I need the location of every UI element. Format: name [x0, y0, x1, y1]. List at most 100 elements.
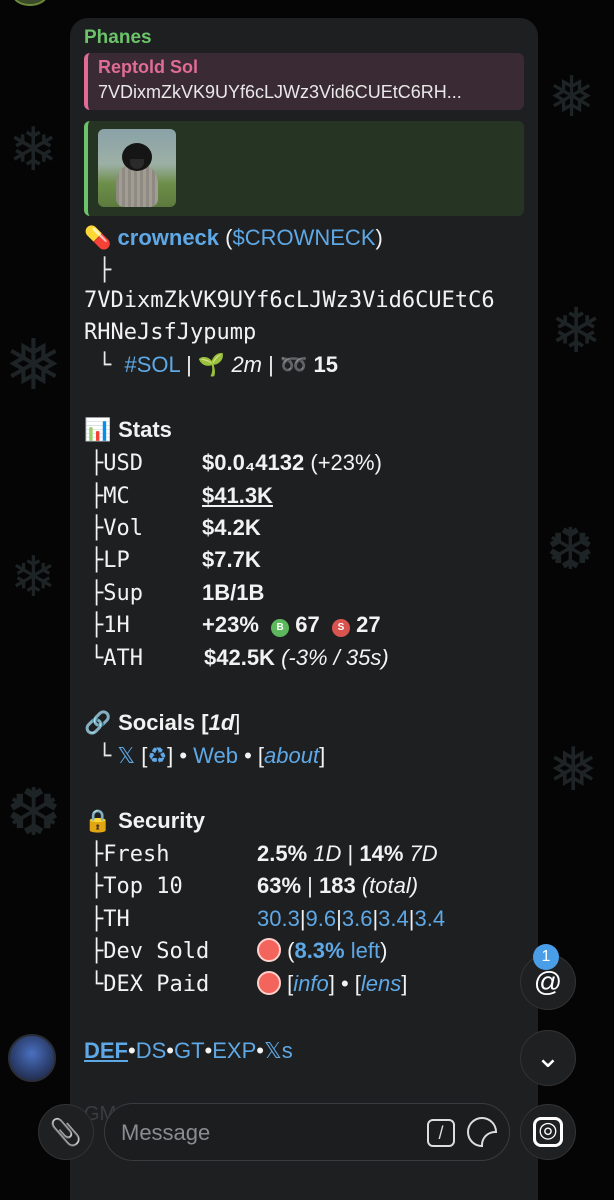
- security-label: TH: [103, 907, 130, 932]
- tree-branch: ├: [90, 874, 104, 899]
- footer-links: DEF•DS•GT•EXP•𝕏s: [84, 1038, 293, 1064]
- holder-link[interactable]: 3.4: [378, 906, 409, 931]
- sticker-icon[interactable]: [467, 1117, 497, 1147]
- at-icon: @: [533, 966, 563, 997]
- token-address-line1[interactable]: 7VDixmZkVK9UYf6cLJWz3Vid6CUEtC6: [84, 288, 495, 313]
- snowflake-icon: ❆: [546, 515, 595, 583]
- separator: •: [256, 1038, 264, 1063]
- holder-link[interactable]: 30.3: [257, 906, 300, 931]
- scroll-down-button[interactable]: ⌄: [520, 1030, 576, 1086]
- token-ticker-link[interactable]: $CROWNECK: [232, 225, 375, 250]
- period: 1D: [307, 841, 342, 866]
- dev-left-link[interactable]: 8.3%: [294, 938, 344, 963]
- holder-link[interactable]: 9.6: [306, 906, 337, 931]
- tree-branch: ├: [90, 581, 104, 606]
- token-address-line2[interactable]: RHNeJsfJypump: [84, 320, 256, 345]
- chain-link[interactable]: #SOL: [125, 352, 180, 377]
- tree-branch: └: [90, 972, 104, 997]
- bot-avatar[interactable]: [8, 1034, 56, 1082]
- holders-icon: ➿: [279, 352, 308, 377]
- stat-value: $0.0₄4132: [202, 450, 305, 475]
- stat-row-usd: ├USD $0.0₄4132 (+23%): [90, 450, 382, 480]
- snowflake-icon: ❄: [10, 545, 57, 610]
- security-label: Dev Sold: [103, 939, 210, 964]
- snowflake-icon: ❅: [4, 324, 63, 406]
- security-label: DEX Paid: [103, 972, 210, 997]
- gt-link[interactable]: GT: [174, 1038, 205, 1063]
- bracket: (: [281, 938, 295, 963]
- security-row-dev-sold: ├Dev Sold (8.3% left): [90, 938, 387, 968]
- stat-value: 1B/1B: [202, 580, 265, 605]
- reply-quote[interactable]: Reptold Sol 7VDixmZkVK9UYf6cLJWz3Vid6CUE…: [84, 53, 524, 110]
- buys-count: 67: [295, 612, 320, 637]
- ticker-open: (: [219, 225, 233, 250]
- buys-icon: B: [271, 619, 290, 637]
- link-preview[interactable]: [84, 121, 524, 216]
- socials-links: └ 𝕏 [♻] • Web • [about]: [98, 743, 325, 769]
- tree-branch: ├: [90, 516, 104, 541]
- stat-extra: (-3% / 35s): [274, 645, 389, 670]
- security-heading-text: Security: [118, 808, 205, 833]
- info-link[interactable]: info: [293, 971, 328, 996]
- bracket: ]: [401, 971, 408, 996]
- stat-extra: (+23%): [304, 450, 382, 475]
- security-value: 183: [319, 873, 356, 898]
- xs-link[interactable]: 𝕏s: [264, 1038, 293, 1063]
- x-link[interactable]: 𝕏: [117, 743, 135, 768]
- attach-button[interactable]: 📎: [38, 1104, 94, 1160]
- chevron-down-icon: ⌄: [535, 1041, 561, 1074]
- def-link[interactable]: DEF: [84, 1038, 128, 1063]
- seedling-icon: 🌱: [197, 352, 226, 377]
- sells-icon: S: [331, 619, 350, 637]
- red-circle-icon: [257, 971, 281, 995]
- security-value: 2.5%: [257, 841, 308, 866]
- tree-branch: └: [90, 646, 104, 671]
- bracket: ]: [319, 743, 326, 768]
- recycle-icon[interactable]: ♻: [147, 743, 167, 768]
- holder-link[interactable]: 3.4: [414, 906, 445, 931]
- holder-link[interactable]: 3.6: [342, 906, 373, 931]
- message-input[interactable]: Message /: [104, 1103, 510, 1161]
- total-label: (total): [355, 873, 419, 898]
- tree-branch: ├: [90, 842, 104, 867]
- security-value: 63%: [257, 873, 302, 898]
- dev-left-label[interactable]: left: [345, 938, 380, 963]
- exp-link[interactable]: EXP: [212, 1038, 256, 1063]
- sender-name[interactable]: Phanes: [84, 27, 152, 49]
- stat-row-vol: ├Vol $4.2K: [90, 515, 261, 545]
- socials-heading-text: Socials [: [118, 710, 209, 735]
- bracket: [: [135, 743, 148, 768]
- market-cap-link[interactable]: $41.3K: [202, 483, 273, 508]
- stat-label: Vol: [103, 516, 143, 541]
- camera-icon: ◎: [533, 1117, 563, 1147]
- bracket: [: [281, 971, 294, 996]
- web-link[interactable]: Web: [193, 743, 238, 768]
- stats-heading: 📊 Stats: [84, 417, 172, 443]
- bot-command-icon[interactable]: /: [427, 1119, 455, 1147]
- camera-button[interactable]: ◎: [520, 1104, 576, 1160]
- socials-heading: 🔗 Socials [1d]: [84, 710, 240, 736]
- socials-age: 1d: [208, 710, 235, 735]
- paperclip-icon: 📎: [49, 1116, 83, 1147]
- security-row-dex-paid: └DEX Paid [info] • [lens]: [90, 971, 407, 1001]
- stat-value: +23%: [202, 612, 259, 637]
- reply-text: 7VDixmZkVK9UYf6cLJWz3Vid6CUEtC6RH...: [98, 82, 462, 102]
- stat-label: Sup: [103, 581, 143, 606]
- ds-link[interactable]: DS: [136, 1038, 167, 1063]
- chart-icon: 📊: [84, 417, 112, 442]
- security-label: Fresh: [103, 842, 170, 867]
- security-heading: 🔒 Security: [84, 808, 205, 834]
- tree-branch: ├: [90, 613, 104, 638]
- token-name-link[interactable]: crowneck: [118, 225, 220, 250]
- tree-branch: ├: [90, 451, 104, 476]
- reply-title: Reptold Sol: [98, 57, 198, 77]
- stat-row-1h: ├1H +23% B 67 S 27: [90, 612, 381, 642]
- mention-count-badge: 1: [533, 944, 559, 970]
- lens-link[interactable]: lens: [361, 971, 401, 996]
- separator: |: [179, 352, 198, 377]
- tree-branch: └: [98, 744, 112, 769]
- socials-bracket: ]: [234, 710, 241, 735]
- security-row-fresh: ├Fresh 2.5% 1D | 14% 7D: [90, 841, 438, 871]
- stat-value: $7.7K: [202, 547, 261, 572]
- about-link[interactable]: about: [264, 743, 319, 768]
